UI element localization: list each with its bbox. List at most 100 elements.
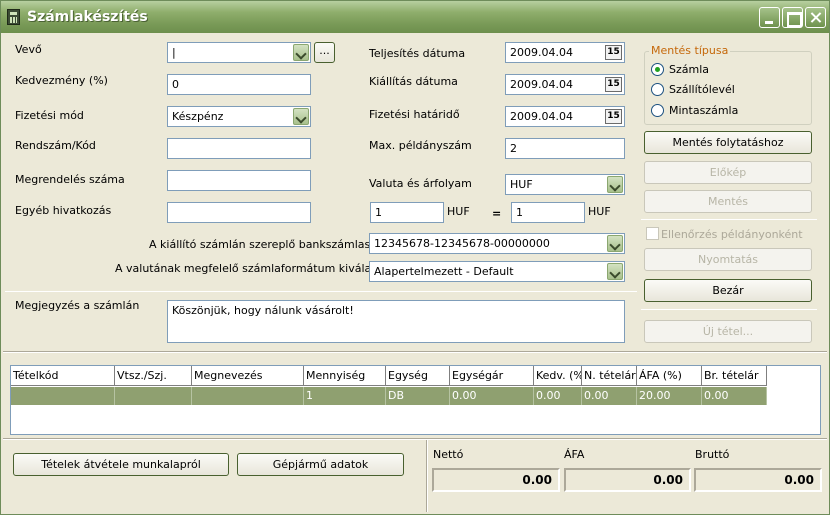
table-cell: [192, 387, 304, 405]
vevo-value: |: [172, 46, 176, 59]
netto-label: Nettó: [433, 448, 464, 461]
column-header[interactable]: Tételkód: [11, 366, 115, 386]
egyeb-input[interactable]: [167, 202, 311, 223]
formatum-label: A valutának megfelelő számlaformátum kiv…: [115, 262, 407, 275]
equals-sign: =: [492, 207, 502, 220]
afa-value: 0.00: [564, 468, 691, 492]
bankszamla-label: A kiállító számlán szereplő bankszámlasz…: [149, 238, 401, 251]
kiallitas-date-input[interactable]: 2009.04.04 15: [505, 74, 625, 95]
elokep-button[interactable]: Előkép: [644, 161, 812, 184]
kedvezmeny-input[interactable]: 0: [167, 74, 311, 95]
table-cell: 20.00: [637, 387, 702, 405]
chevron-down-icon[interactable]: [607, 235, 623, 252]
bankszamla-select[interactable]: 12345678-12345678-00000000: [369, 233, 625, 254]
fizetesi-mod-label: Fizetési mód: [15, 109, 84, 122]
save-type-title: Mentés típusa: [649, 44, 731, 57]
column-header[interactable]: Megnevezés: [192, 366, 304, 386]
form-divider: [5, 291, 637, 292]
bankszamla-value: 12345678-12345678-00000000: [374, 237, 550, 250]
column-header[interactable]: Egység: [386, 366, 450, 386]
arfolyam-right-input[interactable]: 1: [511, 202, 585, 223]
radio-mintaszamla[interactable]: [651, 104, 664, 117]
calendar-icon[interactable]: 15: [605, 109, 622, 124]
calendar-icon[interactable]: 15: [605, 45, 622, 60]
calculator-icon: [7, 9, 20, 25]
column-header[interactable]: Br. tételár: [702, 366, 767, 386]
max-peldany-label: Max. példányszám: [369, 139, 472, 152]
chevron-down-icon[interactable]: [293, 44, 309, 61]
fizetesi-mod-select[interactable]: Készpénz: [167, 106, 311, 127]
ellenorzes-label: Ellenőrzés példányonként: [661, 228, 803, 241]
nyomtatas-button[interactable]: Nyomtatás: [644, 248, 812, 271]
egyeb-label: Egyéb hivatkozás: [15, 204, 112, 217]
close-button[interactable]: [805, 7, 826, 28]
megjegyzes-label: Megjegyzés a számlán: [15, 299, 140, 312]
hatarido-date-input[interactable]: 2009.04.04 15: [505, 106, 625, 127]
column-header[interactable]: Mennyiség: [304, 366, 386, 386]
hatarido-label: Fizetési határidő: [369, 108, 460, 121]
table-cell: 0.00: [582, 387, 637, 405]
bottom-vertical-divider: [426, 440, 428, 512]
teljesites-date-input[interactable]: 2009.04.04 15: [505, 42, 625, 63]
arfolyam-right-unit: HUF: [588, 205, 611, 218]
table-cell: 0.00: [702, 387, 767, 405]
chevron-down-icon[interactable]: [607, 176, 623, 193]
formatum-value: Alapertelmezett - Default: [374, 265, 514, 278]
megrendeles-label: Megrendelés száma: [15, 173, 125, 186]
afa-label: ÁFA: [564, 448, 585, 461]
table-cell: [115, 387, 192, 405]
netto-value: 0.00: [432, 468, 560, 492]
bezar-button[interactable]: Bezár: [644, 279, 812, 302]
table-row[interactable]: 1 DB 0.00 0.00 0.00 20.00 0.00: [11, 387, 767, 405]
column-header[interactable]: Kedv. (%): [534, 366, 582, 386]
maximize-button[interactable]: [782, 7, 803, 28]
valuta-select[interactable]: HUF: [505, 174, 625, 195]
max-peldany-input[interactable]: 2: [505, 138, 625, 159]
mentes-button[interactable]: Mentés: [644, 190, 812, 213]
panel-divider: [3, 351, 827, 353]
arfolyam-left-input[interactable]: 1: [370, 202, 444, 223]
radio-szamla-label[interactable]: Számla: [669, 63, 709, 76]
gepjarmu-adatok-button[interactable]: Gépjármű adatok: [237, 453, 404, 476]
chevron-down-icon[interactable]: [607, 263, 623, 280]
right-divider-1: [641, 219, 817, 220]
column-header[interactable]: Vtsz./Szj.: [115, 366, 192, 386]
table-cell: DB: [386, 387, 450, 405]
kiallitas-label: Kiállítás dátuma: [369, 75, 458, 88]
arfolyam-left-unit: HUF: [447, 205, 470, 218]
chevron-down-icon[interactable]: [293, 108, 309, 125]
brutto-label: Bruttó: [695, 448, 730, 461]
column-header[interactable]: N. tételár: [582, 366, 637, 386]
column-header[interactable]: Egységár: [450, 366, 534, 386]
table-cell: 1: [304, 387, 386, 405]
radio-szamla[interactable]: [651, 63, 664, 76]
invoice-window: Számlakészítés Vevő | ... Kedvezmény (%)…: [0, 0, 830, 515]
window-title: Számlakészítés: [27, 9, 148, 25]
radio-mintaszamla-label[interactable]: Mintaszámla: [669, 104, 738, 117]
title-bar[interactable]: Számlakészítés: [1, 1, 829, 33]
hatarido-value: 2009.04.04: [510, 110, 573, 123]
table-cell: 0.00: [450, 387, 534, 405]
tetelek-atvetele-button[interactable]: Tételek átvétele munkalapról: [13, 453, 229, 476]
radio-szallitolevel-label[interactable]: Szállítólevél: [669, 83, 735, 96]
vevo-combo[interactable]: |: [167, 42, 311, 63]
table-cell: [11, 387, 115, 405]
valuta-value: HUF: [510, 178, 533, 191]
brutto-value: 0.00: [694, 468, 822, 492]
megjegyzes-textarea[interactable]: Köszönjük, hogy nálunk vásárolt!: [167, 300, 625, 343]
radio-szallitolevel[interactable]: [651, 83, 664, 96]
rendszam-label: Rendszám/Kód: [15, 139, 96, 152]
column-header[interactable]: ÁFA (%): [637, 366, 702, 386]
minimize-button[interactable]: [759, 7, 780, 28]
vevo-browse-button[interactable]: ...: [314, 42, 335, 63]
table-cell: 0.00: [534, 387, 582, 405]
rendszam-input[interactable]: [167, 138, 311, 159]
items-table[interactable]: Tételkód Vtsz./Szj. Megnevezés Mennyiség…: [10, 365, 821, 435]
formatum-select[interactable]: Alapertelmezett - Default: [369, 261, 625, 282]
vevo-label: Vevő: [15, 43, 42, 56]
ellenorzes-checkbox[interactable]: [646, 227, 659, 240]
calendar-icon[interactable]: 15: [605, 77, 622, 92]
uj-tetel-button[interactable]: Új tétel...: [644, 320, 812, 343]
megrendeles-input[interactable]: [167, 170, 311, 191]
mentes-folytatas-button[interactable]: Mentés folytatáshoz: [644, 131, 812, 154]
